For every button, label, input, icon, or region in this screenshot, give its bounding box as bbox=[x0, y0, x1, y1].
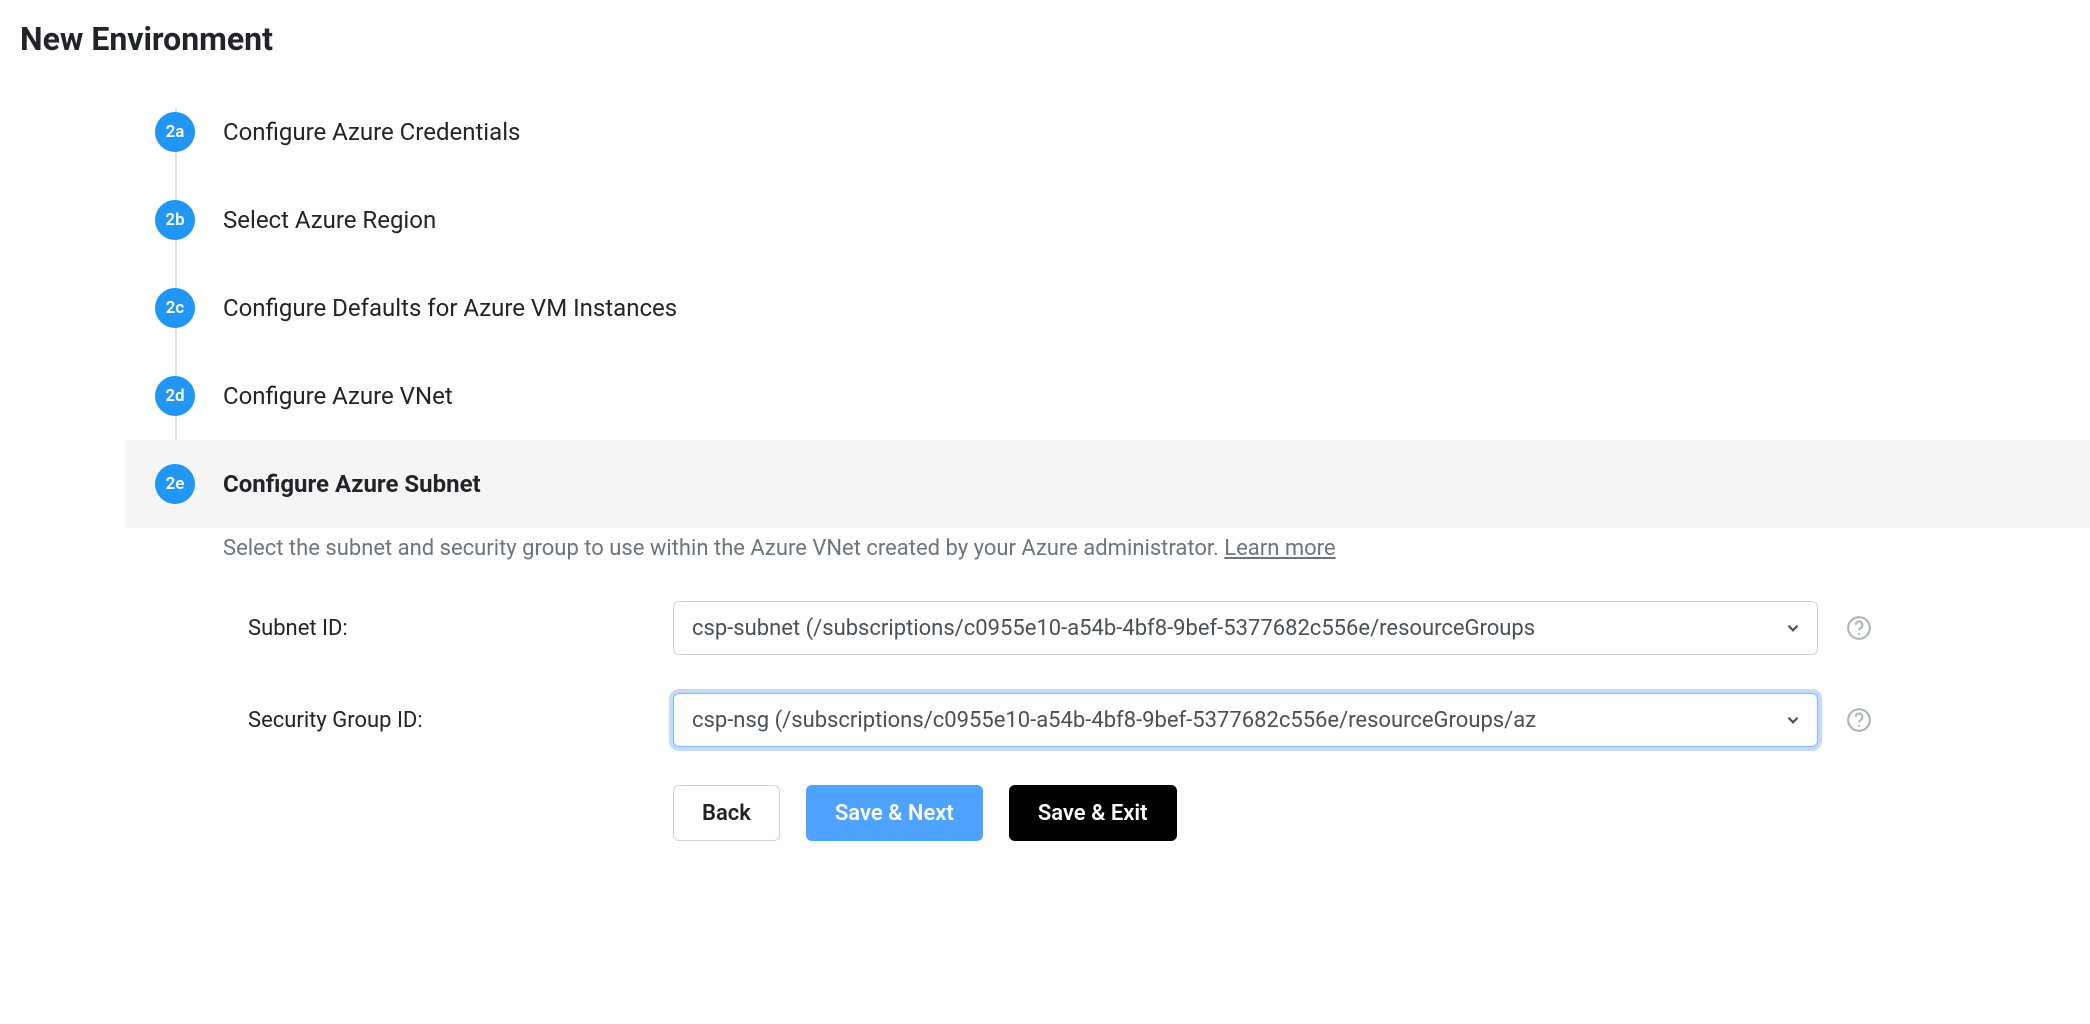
step-label-2b: Select Azure Region bbox=[223, 206, 436, 234]
step-2b[interactable]: 2b Select Azure Region bbox=[140, 176, 2090, 264]
back-button[interactable]: Back bbox=[673, 785, 780, 841]
step-2d[interactable]: 2d Configure Azure VNet bbox=[140, 352, 2090, 440]
help-icon[interactable] bbox=[1846, 615, 1872, 641]
wizard: 2a Configure Azure Credentials 2b Select… bbox=[140, 88, 2090, 841]
step-badge-2a: 2a bbox=[155, 112, 195, 152]
learn-more-link[interactable]: Learn more bbox=[1224, 536, 1335, 561]
button-row: Back Save & Next Save & Exit bbox=[673, 785, 2090, 841]
step-list: 2a Configure Azure Credentials 2b Select… bbox=[140, 88, 2090, 528]
save-next-button[interactable]: Save & Next bbox=[806, 785, 983, 841]
subnet-id-label: Subnet ID: bbox=[223, 616, 673, 641]
security-group-select-wrap: csp-nsg (/subscriptions/c0955e10-a54b-4b… bbox=[673, 693, 1818, 747]
step-badge-2e: 2e bbox=[155, 464, 195, 504]
page-title: New Environment bbox=[20, 20, 2090, 58]
subnet-row: Subnet ID: csp-subnet (/subscriptions/c0… bbox=[223, 601, 2090, 655]
step-2a[interactable]: 2a Configure Azure Credentials bbox=[140, 88, 2090, 176]
security-group-row: Security Group ID: csp-nsg (/subscriptio… bbox=[223, 693, 2090, 747]
step-badge-2b: 2b bbox=[155, 200, 195, 240]
step-2c[interactable]: 2c Configure Defaults for Azure VM Insta… bbox=[140, 264, 2090, 352]
step-label-2a: Configure Azure Credentials bbox=[223, 118, 520, 146]
step-2e-active[interactable]: 2e Configure Azure Subnet bbox=[125, 440, 2090, 528]
subnet-id-select[interactable]: csp-subnet (/subscriptions/c0955e10-a54b… bbox=[673, 601, 1818, 655]
step-label-2e: Configure Azure Subnet bbox=[223, 470, 481, 498]
step-badge-2d: 2d bbox=[155, 376, 195, 416]
save-exit-button[interactable]: Save & Exit bbox=[1009, 785, 1177, 841]
security-group-id-select[interactable]: csp-nsg (/subscriptions/c0955e10-a54b-4b… bbox=[673, 693, 1818, 747]
active-step-content: Select the subnet and security group to … bbox=[223, 536, 2090, 841]
step-badge-2c: 2c bbox=[155, 288, 195, 328]
help-icon[interactable] bbox=[1846, 707, 1872, 733]
step-label-2d: Configure Azure VNet bbox=[223, 382, 453, 410]
subnet-select-wrap: csp-subnet (/subscriptions/c0955e10-a54b… bbox=[673, 601, 1818, 655]
step-label-2c: Configure Defaults for Azure VM Instance… bbox=[223, 294, 677, 322]
step-description-text: Select the subnet and security group to … bbox=[223, 536, 1224, 561]
step-description: Select the subnet and security group to … bbox=[223, 536, 2090, 561]
security-group-id-label: Security Group ID: bbox=[223, 708, 673, 733]
